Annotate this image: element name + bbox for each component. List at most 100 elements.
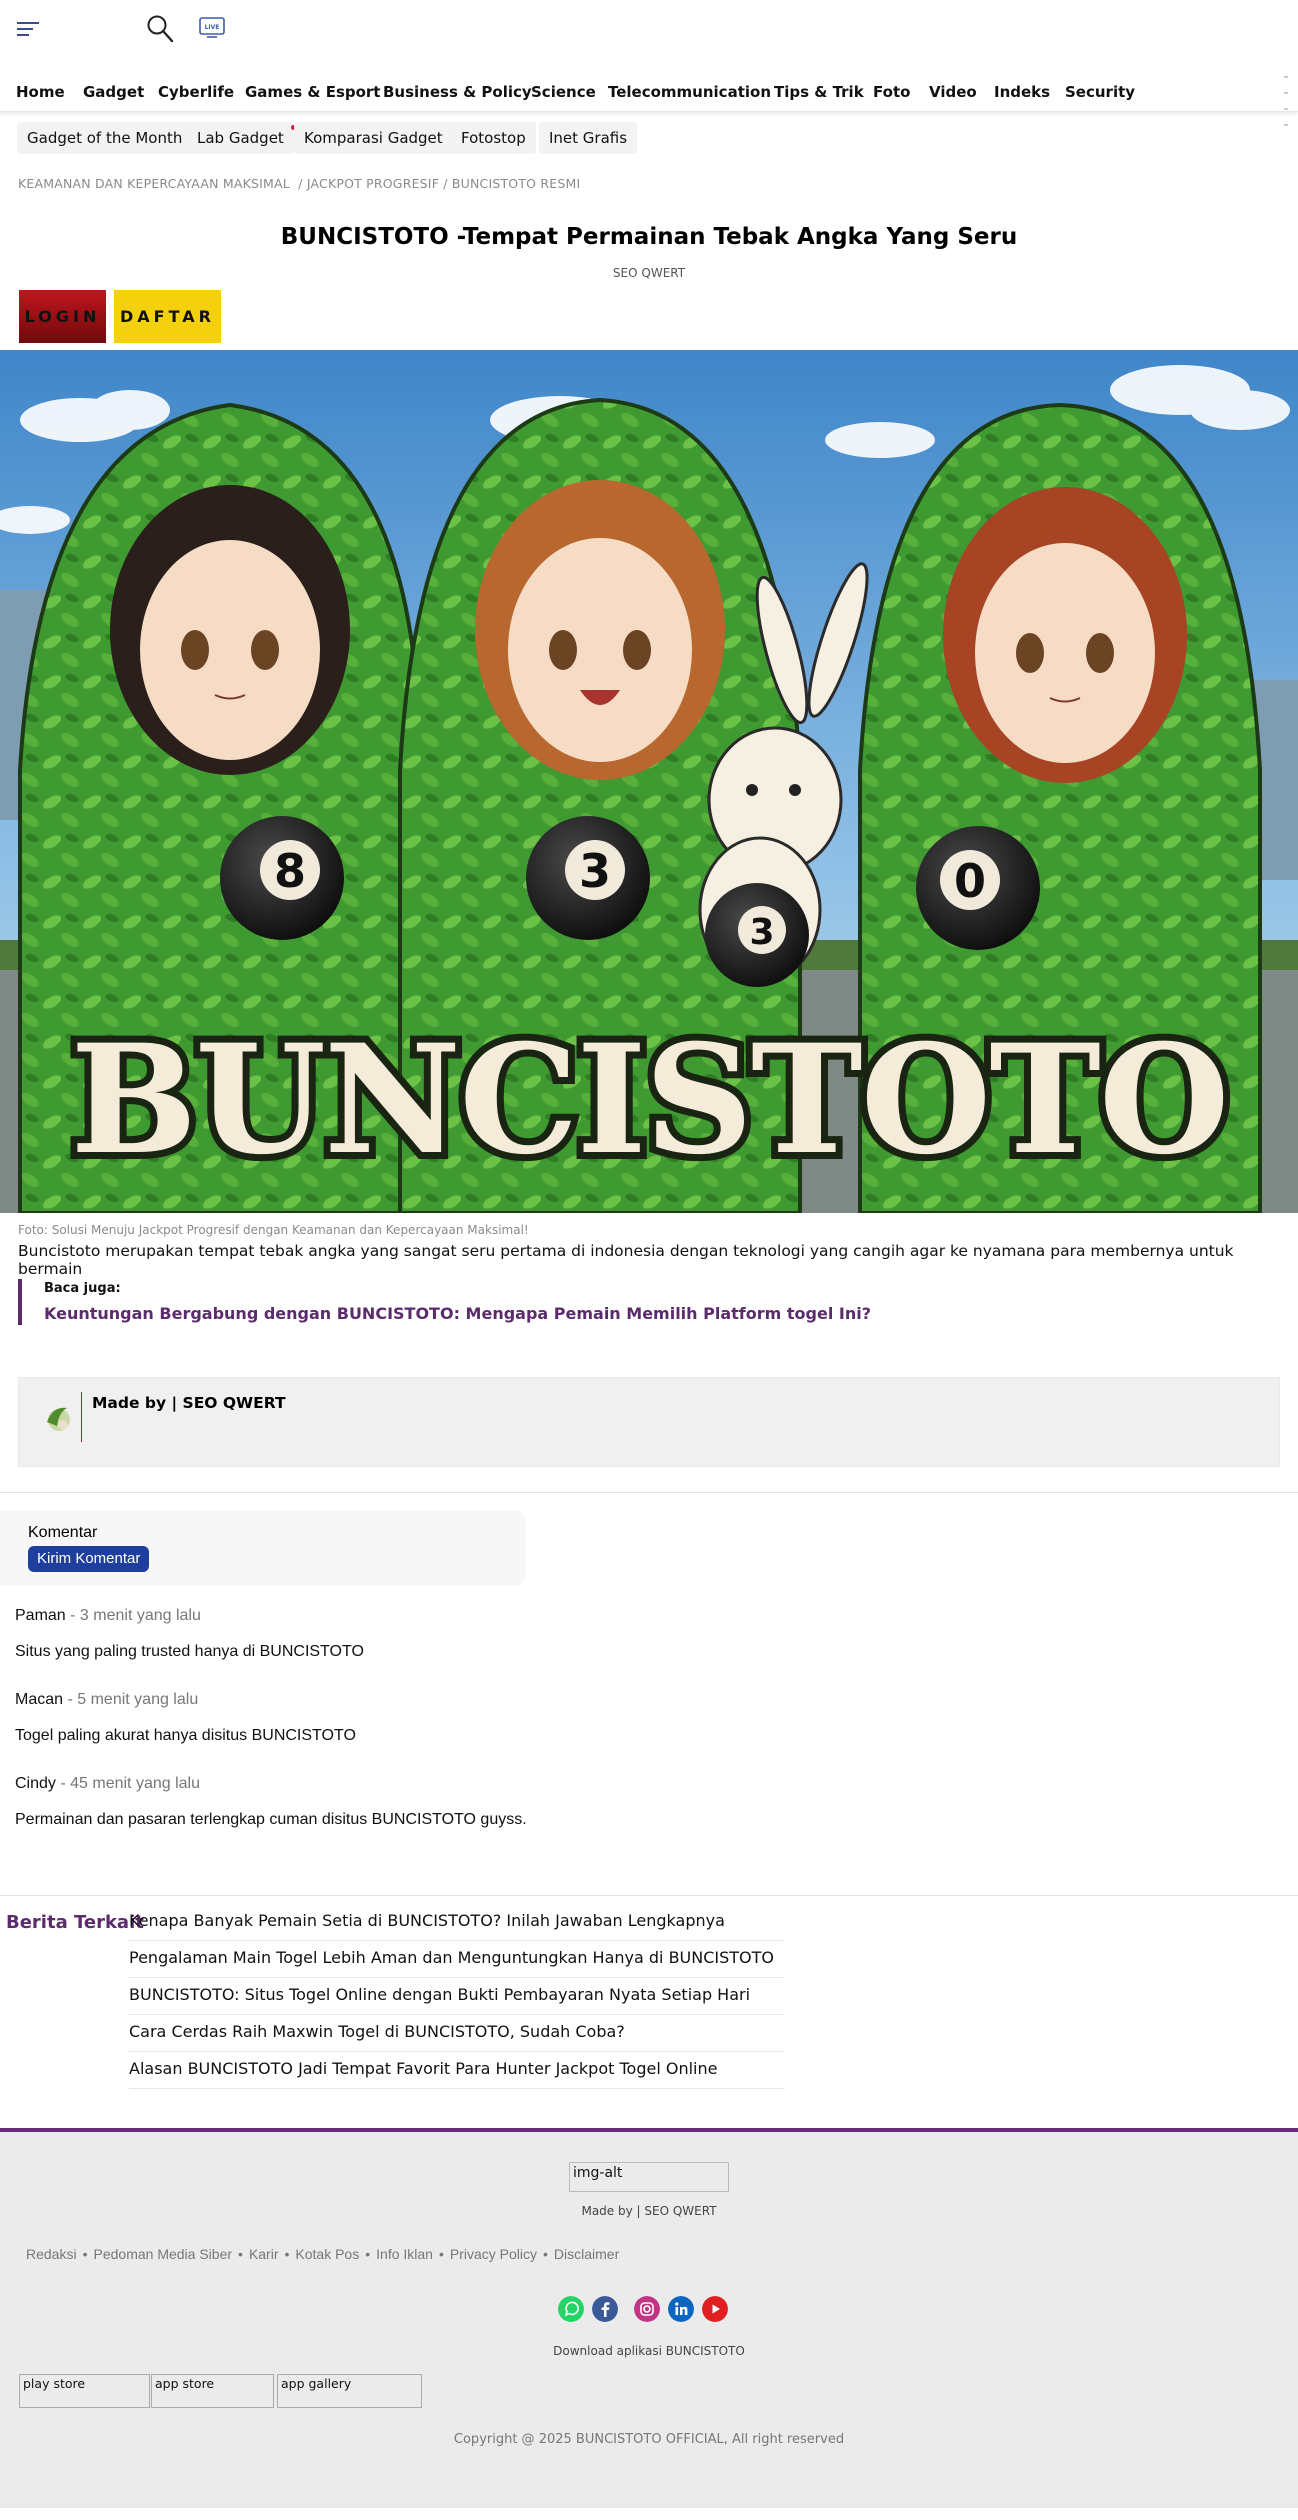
youtube-icon[interactable] bbox=[702, 2296, 728, 2322]
breadcrumb: KEAMANAN DAN KEPERCAYAAN MAKSIMAL / JACK… bbox=[18, 176, 580, 191]
link-separator: • bbox=[238, 2246, 243, 2262]
footer-link[interactable]: Pedoman Media Siber bbox=[94, 2246, 233, 2262]
comment-text: Situs yang paling trusted hanya di BUNCI… bbox=[15, 1643, 364, 1660]
whatsapp-icon[interactable] bbox=[558, 2296, 584, 2322]
live-tv-icon[interactable]: LIVE bbox=[198, 16, 226, 40]
chip-label: Lab Gadget bbox=[197, 129, 284, 147]
main-nav: Home Gadget Cyberlife Games & Esport Bus… bbox=[0, 80, 1298, 112]
footer-made-by: Made by | SEO QWERT bbox=[581, 2204, 717, 2218]
related-link[interactable]: BUNCISTOTO: Situs Togel Online dengan Bu… bbox=[129, 1978, 785, 2015]
ball-number: 0 bbox=[954, 854, 986, 908]
comment-item: Macan - 5 menit yang lalu Togel paling a… bbox=[15, 1691, 356, 1745]
hamburger-menu-icon[interactable] bbox=[17, 22, 39, 36]
breadcrumb-item[interactable]: KEAMANAN DAN KEPERCAYAAN MAKSIMAL bbox=[18, 176, 290, 191]
nav-foto[interactable]: Foto bbox=[873, 83, 910, 101]
comment-time: - 3 menit yang lalu bbox=[65, 1607, 201, 1624]
ball-number: 3 bbox=[749, 912, 774, 953]
comment-time: - 5 menit yang lalu bbox=[63, 1691, 199, 1708]
author-box: Made by | SEO QWERT bbox=[18, 1377, 1280, 1467]
related-heading: Berita Terkait bbox=[6, 1912, 144, 1933]
author-divider bbox=[81, 1392, 82, 1442]
footer-link[interactable]: Redaksi bbox=[26, 2246, 77, 2262]
footer-link[interactable]: Disclaimer bbox=[554, 2246, 619, 2262]
subnav-komparasi-gadget[interactable]: Komparasi Gadget bbox=[294, 122, 453, 154]
play-store-badge[interactable]: play store bbox=[19, 2374, 150, 2408]
breadcrumb-item[interactable]: / JACKPOT PROGRESIF / BUNCISTOTO RESMI bbox=[298, 176, 580, 191]
link-separator: • bbox=[365, 2246, 371, 2262]
footer-logo-image[interactable]: img-alt bbox=[569, 2162, 729, 2192]
divider bbox=[0, 1492, 1298, 1493]
link-separator: • bbox=[543, 2246, 548, 2262]
comment-text: Togel paling akurat hanya disitus BUNCIS… bbox=[15, 1727, 356, 1744]
read-also-link[interactable]: Keuntungan Bergabung dengan BUNCISTOTO: … bbox=[44, 1304, 918, 1323]
hero-image: 8 3 3 0 BUNCISTOTO bbox=[0, 350, 1298, 1213]
footer-link[interactable]: Karir bbox=[249, 2246, 279, 2262]
link-separator: • bbox=[438, 2246, 444, 2262]
live-icon-label: LIVE bbox=[205, 24, 220, 31]
nav-security[interactable]: Security bbox=[1065, 83, 1135, 101]
nav-tips-trik[interactable]: Tips & Trik bbox=[774, 83, 864, 101]
comment-author: Cindy bbox=[15, 1775, 56, 1792]
app-store-badge[interactable]: app store bbox=[151, 2374, 274, 2408]
footer: img-alt Made by | SEO QWERT Redaksi • Pedo… bbox=[0, 2128, 1298, 2508]
app-gallery-badge[interactable]: app gallery bbox=[277, 2374, 422, 2408]
copyright: Copyright @ 2025 BUNCISTOTO OFFICIAL, Al… bbox=[453, 2432, 845, 2447]
search-icon[interactable] bbox=[146, 14, 176, 44]
related-link[interactable]: Kenapa Banyak Pemain Setia di BUNCISTOTO… bbox=[129, 1904, 785, 1941]
linkedin-icon[interactable] bbox=[668, 2296, 694, 2322]
chip-label: Gadget of the Month bbox=[27, 129, 183, 147]
comment-time: - 45 menit yang lalu bbox=[55, 1775, 200, 1792]
chip-label: Komparasi Gadget bbox=[304, 129, 443, 147]
comment-item: Cindy - 45 menit yang lalu Permainan dan… bbox=[15, 1775, 527, 1829]
article-author[interactable]: SEO QWERT bbox=[0, 266, 1298, 280]
footer-link[interactable]: Privacy Policy bbox=[450, 2246, 537, 2262]
nav-science[interactable]: Science bbox=[531, 83, 596, 101]
subnav-inet-grafis[interactable]: Inet Grafis bbox=[539, 122, 638, 154]
chip-label: Inet Grafis bbox=[549, 129, 628, 147]
related-link[interactable]: Cara Cerdas Raih Maxwin Togel di BUNCIST… bbox=[129, 2015, 785, 2052]
nav-indeks[interactable]: Indeks bbox=[994, 83, 1050, 101]
comment-author: Paman bbox=[15, 1607, 66, 1624]
ball-number: 3 bbox=[579, 844, 611, 898]
subnav-gadget-of-the-month[interactable]: Gadget of the Month bbox=[17, 122, 195, 154]
top-bar: LIVE bbox=[0, 0, 1298, 72]
ball-number: 8 bbox=[274, 844, 306, 898]
link-separator: • bbox=[82, 2246, 88, 2262]
article-lede: Buncistoto merupakan tempat tebak angka … bbox=[18, 1242, 1234, 1278]
comment-text: Permainan dan pasaran terlengkap cuman d… bbox=[15, 1811, 527, 1828]
hero-brand-text: BUNCISTOTO bbox=[63, 1005, 1236, 1195]
nav-home[interactable]: Home bbox=[16, 83, 65, 101]
nav-games-esport[interactable]: Games & Esport bbox=[245, 83, 380, 101]
article-title: BUNCISTOTO -Tempat Permainan Tebak Angka… bbox=[280, 224, 1018, 250]
subnav-fotostop[interactable]: Fotostop bbox=[451, 122, 536, 154]
send-comment-button[interactable]: Kirim Komentar bbox=[28, 1546, 150, 1572]
author-avatar[interactable] bbox=[37, 1398, 77, 1438]
login-button[interactable]: LOGIN bbox=[19, 290, 106, 343]
divider bbox=[0, 1895, 1298, 1896]
nav-telecommunication[interactable]: Telecommunication bbox=[608, 83, 771, 101]
link-separator: • bbox=[284, 2246, 290, 2262]
subnav-lab-gadget[interactable]: Lab Gadget bbox=[187, 122, 296, 154]
footer-link[interactable]: Kotak Pos bbox=[295, 2246, 359, 2262]
image-caption: Foto: Solusi Menuju Jackpot Progresif de… bbox=[18, 1223, 529, 1237]
nav-gadget[interactable]: Gadget bbox=[83, 83, 144, 101]
author-name[interactable]: Made by | SEO QWERT bbox=[92, 1394, 286, 1412]
facebook-icon[interactable] bbox=[592, 2296, 618, 2322]
download-app-label: Download aplikasi BUNCISTOTO bbox=[553, 2344, 745, 2358]
footer-links: Redaksi • Pedoman Media Siber • Karir • Kotak … bbox=[26, 2246, 619, 2262]
comment-box: Komentar Kirim Komentar bbox=[0, 1510, 526, 1586]
nav-cyberlife[interactable]: Cyberlife bbox=[158, 83, 234, 101]
read-also-box: Baca juga: Keuntungan Bergabung dengan B… bbox=[18, 1279, 918, 1325]
related-link[interactable]: Alasan BUNCISTOTO Jadi Tempat Favorit Pa… bbox=[129, 2052, 785, 2089]
footer-link[interactable]: Info Iklan bbox=[376, 2246, 433, 2262]
instagram-icon[interactable] bbox=[634, 2296, 660, 2322]
related-link[interactable]: Pengalaman Main Togel Lebih Aman dan Men… bbox=[129, 1941, 785, 1978]
nav-scroll-indicator[interactable] bbox=[1284, 76, 1290, 140]
comment-author: Macan bbox=[15, 1691, 64, 1708]
related-list: Kenapa Banyak Pemain Setia di BUNCISTOTO… bbox=[129, 1904, 785, 2089]
comment-label: Komentar bbox=[28, 1524, 98, 1541]
nav-business-policy[interactable]: Business & Policy bbox=[383, 83, 532, 101]
register-button[interactable]: DAFTAR bbox=[114, 290, 221, 343]
read-also-label: Baca juga: bbox=[44, 1281, 121, 1296]
nav-video[interactable]: Video bbox=[929, 83, 977, 101]
